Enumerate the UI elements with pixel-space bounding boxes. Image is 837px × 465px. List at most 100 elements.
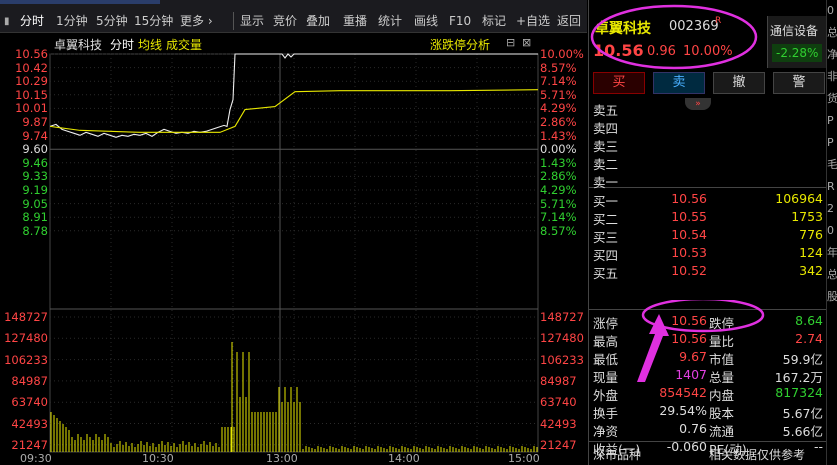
btn-draw[interactable]: 画线: [414, 12, 438, 30]
edge-char: P: [827, 136, 834, 149]
pct-tick-label: 2.86%: [540, 115, 577, 129]
time-tick-label: 14:00: [388, 452, 420, 465]
pct-tick-label: 5.71%: [540, 87, 577, 102]
bid-volume: 106964: [775, 191, 823, 206]
ask-level-label: 卖五: [593, 103, 619, 118]
btn-display[interactable]: 显示: [240, 12, 264, 30]
btn-replay[interactable]: 重播: [343, 12, 367, 30]
edge-char: 总: [827, 26, 837, 39]
stat-value-hs: 29.54%: [659, 403, 707, 418]
alert-button[interactable]: 警: [773, 72, 825, 94]
price-tick-label: 10.01: [15, 101, 48, 116]
pct-tick-label: 5.71%: [540, 196, 577, 211]
volume-tick-label: 148727: [4, 310, 48, 324]
bid-level-label: 买四: [593, 248, 619, 263]
pct-tick-label: 8.57%: [540, 223, 577, 238]
bid-price: 10.56: [671, 191, 707, 206]
pct-tick-label: 7.14%: [540, 74, 577, 89]
price-tick-label: 8.78: [22, 223, 48, 238]
volume-tick-label-right: 42493: [540, 416, 577, 431]
close-icon[interactable]: ⊠: [522, 36, 531, 49]
tab-15min[interactable]: 15分钟: [134, 12, 173, 30]
chart-canvas: [49, 53, 539, 453]
annotation-overlay: [637, 300, 765, 382]
time-tick-label: 15:00: [508, 452, 540, 465]
stat-value-gb: 5.67亿: [782, 406, 823, 421]
edge-char: 0: [827, 4, 834, 17]
stat-label-xl: 现量: [593, 370, 619, 385]
btn-stats[interactable]: 统计: [378, 12, 402, 30]
bid-level-label: 买二: [593, 212, 619, 227]
tab-1min[interactable]: 1分钟: [56, 12, 88, 30]
btn-mark[interactable]: 标记: [482, 12, 506, 30]
buy-button[interactable]: 买: [593, 72, 645, 94]
limit-analysis-button[interactable]: 涨跌停分析: [430, 36, 490, 53]
edge-char: 股: [827, 290, 837, 303]
bid-price: 10.52: [671, 263, 707, 278]
pct-tick-label: 0.00%: [540, 142, 577, 157]
stat-label-gb: 股本: [709, 406, 735, 421]
broker-logo: [0, 0, 160, 4]
ask-level-label: 卖二: [593, 157, 619, 172]
stat-value-jz: 0.76: [679, 421, 707, 436]
intraday-chart[interactable]: 卓翼科技 分时 均线 成交量 涨跌停分析 ⊟ ⊠ 10.56 10.42 10.29…: [0, 32, 587, 465]
edge-char: 2: [827, 202, 834, 215]
stat-label-sy: 收益(一): [593, 442, 641, 457]
btn-auction[interactable]: 竞价: [273, 12, 297, 30]
zoom-icon[interactable]: ⊟: [506, 36, 515, 49]
stat-label-wp: 外盘: [593, 388, 619, 403]
price-tick-label: 9.46: [22, 155, 48, 170]
edge-char: 0: [827, 224, 834, 237]
bid-price: 10.53: [671, 245, 707, 260]
stat-label-lt: 流通: [709, 424, 735, 439]
volume-tick-label-right: 106233: [540, 352, 584, 367]
stat-label-hs: 换手: [593, 406, 619, 421]
price-tick-label: 9.19: [22, 183, 48, 197]
stat-label-high: 最高: [593, 334, 619, 349]
bid-volume: 342: [799, 263, 823, 278]
btn-f10[interactable]: F10: [449, 12, 471, 30]
stat-value-lt: 5.66亿: [782, 424, 823, 439]
volume-tick-label-right: 63740: [540, 395, 577, 410]
price-tick-label: 9.87: [22, 115, 48, 129]
stat-label-zt: 涨停: [593, 316, 619, 331]
legend-avg-line: 均线: [138, 38, 163, 52]
avg-line: [49, 89, 539, 133]
volume-tick-label-right: 21247: [540, 437, 577, 452]
price-tick-label: 10.42: [15, 60, 48, 75]
bid-price: 10.54: [671, 227, 707, 242]
edge-char: 年: [827, 246, 837, 259]
menu-icon[interactable]: ▮: [4, 16, 10, 27]
chart-stock-name: 卓翼科技: [54, 38, 103, 52]
cancel-order-button[interactable]: 撤: [713, 72, 765, 94]
tab-5min[interactable]: 5分钟: [96, 12, 128, 30]
pct-tick-label: 4.29%: [540, 183, 577, 197]
pct-tick-label: 8.57%: [540, 60, 577, 75]
bid-volume: 124: [799, 245, 823, 260]
sector-box[interactable]: 通信设备 -2.28%: [767, 16, 826, 68]
btn-back[interactable]: 返回: [557, 12, 581, 30]
sell-button[interactable]: 卖: [653, 72, 705, 94]
tab-intraday[interactable]: 分时: [20, 12, 44, 30]
collapse-chevron-icon[interactable]: »: [685, 98, 711, 110]
volume-tick-label: 21247: [11, 437, 48, 452]
price-tick-label: 10.56: [15, 47, 48, 61]
btn-add-watch[interactable]: +自选: [516, 12, 550, 30]
tab-more[interactable]: 更多 ›: [180, 12, 213, 30]
volume-tick-label-right: 148727: [540, 310, 584, 324]
price-tick-label: 10.29: [15, 74, 48, 89]
bid-level-label: 买一: [593, 194, 619, 209]
pct-tick-label: 10.00%: [540, 47, 584, 61]
stat-value-pe: --: [813, 439, 823, 454]
bid-level-label: 买三: [593, 230, 619, 245]
ask-level-label: 卖一: [593, 175, 619, 190]
time-tick-label: 13:00: [266, 452, 298, 465]
quote-panel: 卓翼科技 002369 R 10.56 0.96 10.00% 通信设备 -2.…: [588, 0, 826, 465]
volume-tick-label: 84987: [11, 373, 48, 388]
volume-tick-label-right: 127480: [540, 331, 584, 346]
chart-frame: [49, 53, 539, 453]
edge-char: 非: [827, 70, 837, 83]
btn-overlay[interactable]: 叠加: [306, 12, 330, 30]
chart-period: 分时: [110, 38, 135, 52]
pct-tick-label: 7.14%: [540, 210, 577, 225]
